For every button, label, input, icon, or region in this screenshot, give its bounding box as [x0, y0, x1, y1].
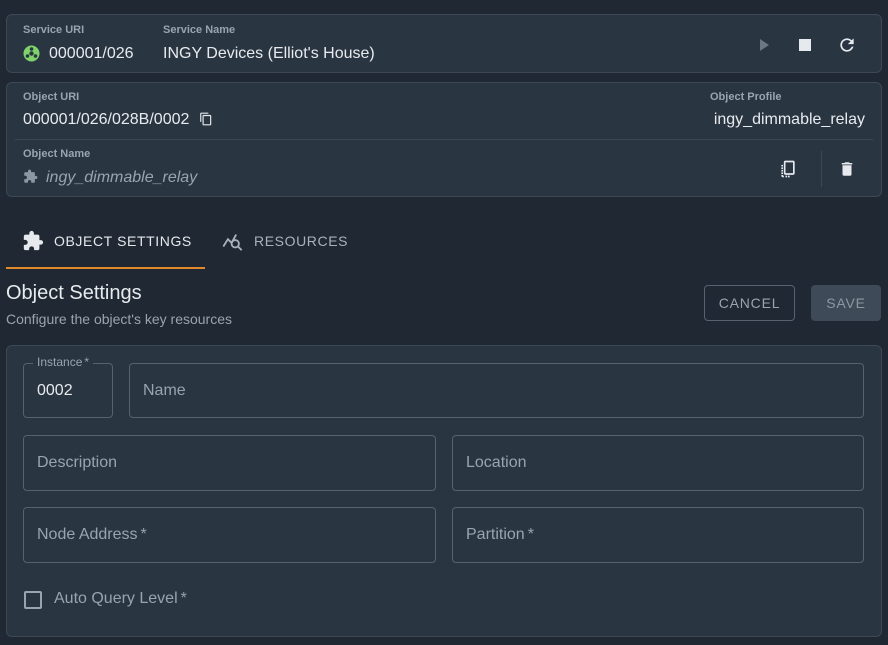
play-button[interactable]	[750, 31, 778, 59]
location-placeholder: Location	[466, 454, 527, 471]
service-uri-label: Service URI	[23, 24, 85, 36]
partition-field[interactable]: Partition *	[452, 507, 864, 563]
cancel-button-label: CANCEL	[718, 295, 781, 311]
object-card-divider	[15, 139, 873, 140]
description-placeholder: Description	[37, 454, 118, 471]
location-field[interactable]: Location	[452, 435, 864, 491]
tab-resources[interactable]: RESOURCES	[221, 214, 348, 268]
copy-uri-button[interactable]	[193, 106, 219, 132]
action-divider	[821, 151, 822, 187]
service-status-icon	[23, 45, 40, 62]
object-card: Object URI 000001/026/028B/0002 Object P…	[6, 82, 882, 197]
clone-icon	[781, 160, 795, 178]
service-uri-value: 000001/026	[49, 45, 134, 62]
instance-field[interactable]: Instance * 0002	[23, 355, 113, 418]
auto-query-checkbox[interactable]	[24, 591, 42, 609]
node-address-placeholder: Node Address *	[37, 526, 147, 543]
partition-placeholder: Partition *	[466, 526, 534, 543]
name-field[interactable]: Name	[129, 363, 864, 418]
tab-object-settings-label: OBJECT SETTINGS	[54, 233, 192, 249]
cancel-button[interactable]: CANCEL	[704, 285, 795, 321]
chart-search-icon	[222, 234, 243, 251]
play-icon	[760, 39, 769, 51]
tab-object-settings[interactable]: OBJECT SETTINGS	[22, 214, 192, 268]
delete-object-button[interactable]	[833, 155, 861, 183]
settings-subtitle: Configure the object's key resources	[6, 311, 233, 327]
object-profile-value: ingy_dimmable_relay	[713, 111, 865, 128]
settings-title: Object Settings	[6, 282, 142, 304]
puzzle-icon	[23, 230, 44, 251]
instance-label: Instance *	[33, 355, 94, 369]
active-tab-indicator	[6, 267, 205, 269]
tab-resources-label: RESOURCES	[254, 233, 349, 249]
name-placeholder: Name	[143, 381, 186, 399]
description-field[interactable]: Description	[23, 435, 436, 491]
object-name-value[interactable]: ingy_dimmable_relay	[46, 169, 197, 187]
stop-icon	[799, 39, 811, 51]
object-profile-label: Object Profile	[710, 91, 782, 103]
object-uri-value: 000001/026/028B/0002	[23, 111, 190, 128]
puzzle-small-icon	[23, 169, 38, 189]
auto-query-label: Auto Query Level *	[54, 590, 187, 607]
service-name-label: Service Name	[163, 24, 236, 36]
object-uri-label: Object URI	[23, 91, 80, 103]
node-address-field[interactable]: Node Address *	[23, 507, 436, 563]
refresh-icon	[840, 38, 854, 52]
instance-value: 0002	[37, 382, 73, 399]
service-card: Service URI 000001/026 Service Name INGY…	[6, 14, 882, 73]
save-button-label: SAVE	[826, 295, 866, 311]
service-name-value: INGY Devices (Elliot's House)	[163, 45, 375, 62]
form-card: Instance * 0002 Name Description Location…	[6, 345, 882, 637]
copy-icon	[200, 112, 212, 126]
object-name-label: Object Name	[23, 148, 91, 160]
save-button[interactable]: SAVE	[811, 285, 881, 321]
trash-icon	[841, 162, 853, 176]
stop-button[interactable]	[791, 31, 819, 59]
clone-object-button[interactable]	[774, 155, 802, 183]
refresh-button[interactable]	[833, 31, 861, 59]
